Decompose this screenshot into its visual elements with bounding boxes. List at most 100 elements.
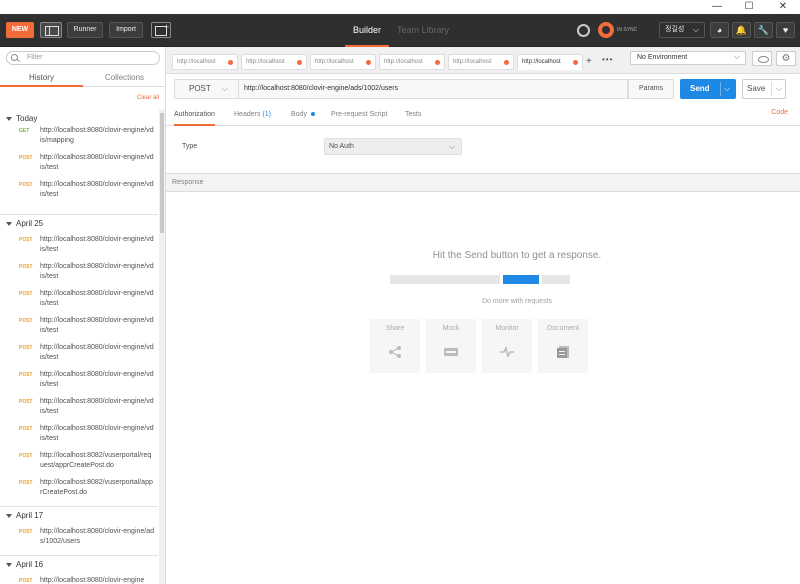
gear-icon[interactable]: ⚙ [776, 51, 796, 66]
tab-authorization[interactable]: Authorization [174, 106, 215, 126]
sync-status: IN SYNC [617, 27, 638, 33]
tab-tests[interactable]: Tests [405, 106, 421, 126]
headers-count-badge: (1) [262, 111, 271, 118]
request-tab[interactable]: http://localhost [172, 54, 238, 70]
scrollbar-thumb[interactable] [160, 113, 164, 233]
tab-headers[interactable]: Headers (1) [234, 106, 271, 126]
history-item[interactable]: POST http://localhost:8080/clovir-engine/… [0, 343, 158, 367]
clear-all-link[interactable]: Clear all [137, 95, 159, 101]
share-card[interactable]: Share [370, 319, 420, 373]
interceptor-icon[interactable] [577, 24, 590, 37]
history-group-title[interactable]: April 16 [6, 559, 43, 571]
method-value: POST [189, 84, 211, 93]
new-button[interactable]: NEW [6, 22, 34, 38]
history-item[interactable]: POST http://localhost:8080/clovir-engine/… [0, 235, 158, 259]
do-more-text: Do more with requests [481, 298, 553, 305]
history-url: http://localhost:8080/clovir-engine/vdis… [40, 236, 154, 253]
request-tab[interactable]: http://localhost [517, 54, 583, 70]
history-item[interactable]: POST http://localhost:8080/clovir-engine/… [0, 316, 158, 340]
send-divider [720, 82, 721, 96]
illustration-bar-right [542, 275, 570, 284]
method-badge: POST [19, 399, 33, 405]
history-url: http://localhost:8080/clovir-engine/vdis… [40, 317, 154, 334]
history-url: http://localhost:8080/clovir-engine/vdis… [40, 371, 154, 388]
body-dot-icon [310, 112, 315, 117]
method-badge: POST [19, 264, 33, 270]
send-button[interactable]: Send ⌵ [680, 79, 736, 99]
satellite-icon[interactable]: ◕ [710, 22, 729, 38]
history-group-title[interactable]: April 17 [6, 510, 43, 522]
tab-collections[interactable]: Collections [83, 71, 166, 87]
request-tab[interactable]: http://localhost [241, 54, 307, 70]
history-item[interactable]: POST http://localhost:8080/clovir-engine/… [0, 424, 158, 448]
code-link[interactable]: Code [771, 109, 788, 116]
import-button[interactable]: Import [109, 22, 143, 38]
chevron-down-icon[interactable]: ⌵ [776, 80, 782, 98]
history-group-title[interactable]: Today [6, 113, 37, 125]
history-item[interactable]: POST http://localhost:8080/clovir-engine/… [0, 397, 158, 421]
history-item[interactable]: POST http://localhost:8080/clovir-engine/… [0, 180, 158, 204]
history-item[interactable]: POST http://localhost:8080/clovir-engine/… [0, 527, 158, 551]
method-badge: POST [19, 237, 33, 243]
history-item[interactable]: POST http://localhost:8080/clovir-engine/… [0, 370, 158, 394]
history-item[interactable]: POST http://localhost:8080/clovir-engine [0, 576, 158, 584]
history-url: http://localhost:8080/clovir-engine/vdis… [40, 263, 154, 280]
request-tab[interactable]: http://localhost [379, 54, 445, 70]
history-url: http://localhost:8082/vuserportal/apprCr… [40, 479, 153, 496]
history-item[interactable]: POST http://localhost:8082/vuserportal/ap… [0, 478, 158, 502]
request-tabs: http://localhost http://localhost http://l… [166, 47, 626, 74]
url-input[interactable]: http://localhost:8080/clovir-engine/ads/… [238, 79, 628, 99]
history-url: http://localhost:8080/clovir-engine/vdis… [40, 344, 154, 361]
search-input[interactable]: Filter [6, 51, 160, 65]
history-url: http://localhost:8080/clovir-engine/vdis… [40, 290, 154, 307]
sync-icon[interactable] [598, 22, 614, 38]
user-menu[interactable]: 정길성 ⌵ [659, 22, 705, 38]
chevron-down-icon[interactable]: ⌵ [724, 79, 730, 99]
minimize-button[interactable]: — [704, 0, 730, 14]
heart-icon[interactable]: ♥ [776, 22, 795, 38]
environment-select[interactable]: No Environment ⌵ [630, 51, 746, 65]
tab-team-library[interactable]: Team Library [395, 14, 451, 47]
method-badge: POST [19, 453, 33, 459]
history-item[interactable]: POST http://localhost:8080/clovir-engine/… [0, 289, 158, 313]
tab-pre-request-script[interactable]: Pre-request Script [331, 106, 387, 126]
history-item[interactable]: POST http://localhost:8080/clovir-engine/… [0, 153, 158, 177]
bell-icon[interactable]: 🔔 [732, 22, 751, 38]
monitor-card[interactable]: Monitor [482, 319, 532, 373]
add-tab-button[interactable]: + [586, 56, 592, 67]
history-group-label: April 17 [16, 511, 44, 520]
method-badge: POST [19, 529, 33, 535]
wrench-icon[interactable]: 🔧 [754, 22, 773, 38]
request-tab-label: http://localhost [315, 59, 354, 65]
toggle-sidebar-icon[interactable] [40, 22, 62, 38]
params-button[interactable]: Params [628, 79, 674, 99]
request-tab[interactable]: http://localhost [310, 54, 376, 70]
history-url: http://localhost:8080/clovir-engine/vdis… [40, 127, 154, 144]
unsaved-dot-icon [366, 60, 371, 65]
method-badge: POST [19, 318, 33, 324]
tab-builder[interactable]: Builder [345, 14, 389, 47]
history-url: http://localhost:8080/clovir-engine/vdis… [40, 181, 154, 198]
runner-button[interactable]: Runner [67, 22, 103, 38]
more-tabs-button[interactable]: ••• [602, 55, 613, 64]
mock-card[interactable]: Mock [426, 319, 476, 373]
close-button[interactable]: ✕ [770, 0, 796, 14]
history-item[interactable]: POST http://localhost:8082/vuserportal/re… [0, 451, 158, 475]
maximize-button[interactable]: ☐ [736, 0, 762, 14]
auth-type-select[interactable]: No Auth ⌵ [324, 138, 462, 155]
new-window-icon[interactable] [151, 22, 171, 38]
eye-icon[interactable] [752, 51, 772, 66]
history-item[interactable]: GET http://localhost:8080/clovir-engine/v… [0, 126, 158, 150]
tab-body[interactable]: Body [291, 106, 315, 126]
history-item[interactable]: POST http://localhost:8080/clovir-engine/… [0, 262, 158, 286]
tab-history[interactable]: History [0, 71, 83, 87]
document-card[interactable]: Document [538, 319, 588, 373]
request-tab-label: http://localhost [384, 59, 423, 65]
request-tab-label: http://localhost [453, 59, 492, 65]
caret-down-icon [6, 116, 12, 121]
history-group-title[interactable]: April 25 [6, 218, 43, 230]
method-select[interactable]: POST ⌵ [174, 79, 238, 99]
history-group-label: April 25 [16, 219, 44, 228]
save-button[interactable]: Save ⌵ [742, 79, 786, 99]
request-tab[interactable]: http://localhost [448, 54, 514, 70]
